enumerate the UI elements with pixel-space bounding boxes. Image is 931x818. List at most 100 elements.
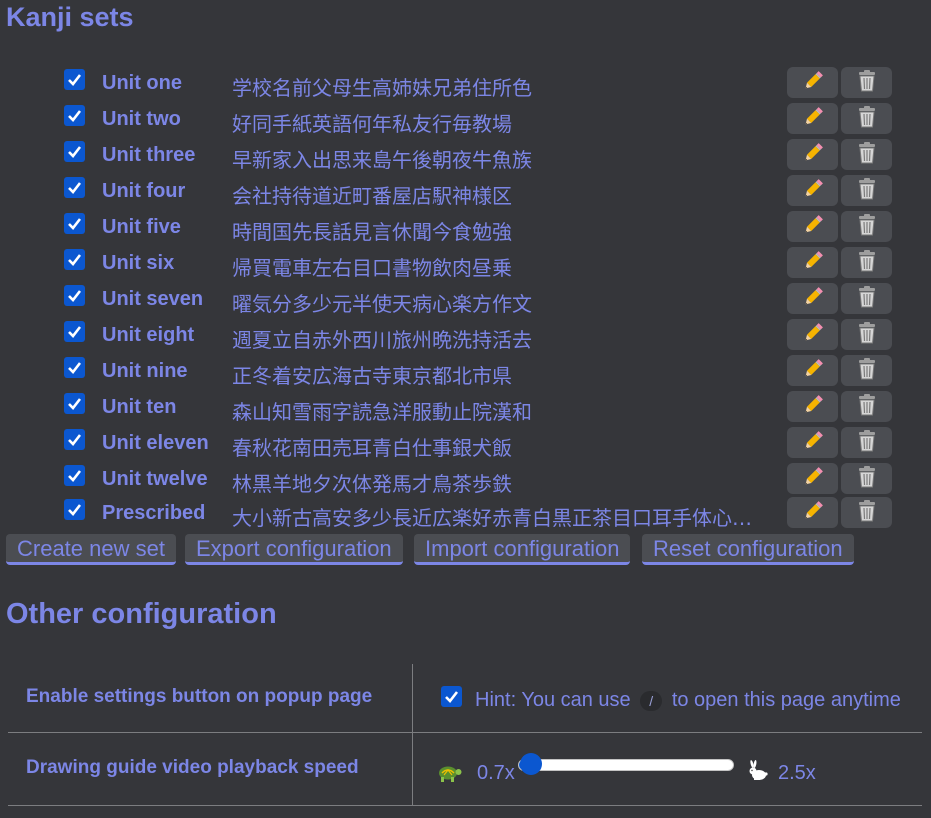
wastebasket-icon — [856, 141, 878, 168]
pencil-icon — [801, 141, 825, 168]
set-enabled-checkbox[interactable] — [64, 321, 85, 342]
wastebasket-icon — [856, 357, 878, 384]
pencil-icon — [801, 69, 825, 96]
reset-configuration-button[interactable]: Reset configuration — [642, 534, 854, 565]
set-enabled-checkbox[interactable] — [64, 69, 85, 90]
delete-set-button[interactable] — [841, 355, 892, 386]
export-configuration-button[interactable]: Export configuration — [185, 534, 403, 565]
set-name: Unit seven — [102, 288, 204, 310]
pencil-icon — [801, 393, 825, 420]
set-name: Unit nine — [102, 360, 188, 382]
set-enabled-checkbox[interactable] — [64, 465, 85, 486]
delete-set-button[interactable] — [841, 391, 892, 422]
kanji-set-row: Prescribed 大小新古高安多少長近広楽好赤青白黒正茶目口耳手体心… — [0, 495, 931, 531]
kanji-set-row: Unit three 早新家入出思来島午後朝夜牛魚族 — [0, 137, 931, 173]
slider-thumb[interactable] — [519, 753, 542, 775]
config-table: Enable settings button on popup page Hin… — [8, 664, 922, 806]
edit-set-button[interactable] — [787, 211, 838, 242]
check-icon — [68, 74, 82, 86]
import-configuration-button[interactable]: Import configuration — [414, 534, 631, 565]
check-icon — [68, 146, 82, 158]
wastebasket-icon — [856, 249, 878, 276]
pencil-icon — [801, 177, 825, 204]
edit-set-button[interactable] — [787, 175, 838, 206]
check-icon — [68, 290, 82, 302]
wastebasket-icon — [856, 393, 878, 420]
delete-set-button[interactable] — [841, 67, 892, 98]
edit-set-button[interactable] — [787, 139, 838, 170]
delete-set-button[interactable] — [841, 103, 892, 134]
edit-set-button[interactable] — [787, 319, 838, 350]
kanji-set-row: Unit seven 曜気分多少元半使天病心楽方作文 — [0, 281, 931, 317]
set-name: Unit one — [102, 72, 182, 94]
set-enabled-checkbox[interactable] — [64, 357, 85, 378]
settings-button-checkbox[interactable] — [441, 686, 462, 707]
delete-set-button[interactable] — [841, 497, 892, 528]
speed-min-label: 0.7x — [477, 762, 515, 784]
settings-button-row: Enable settings button on popup page Hin… — [8, 664, 922, 733]
pencil-icon — [801, 321, 825, 348]
wastebasket-icon — [856, 177, 878, 204]
set-enabled-checkbox[interactable] — [64, 429, 85, 450]
set-name: Prescribed — [102, 502, 206, 524]
check-icon — [68, 398, 82, 410]
set-name: Unit six — [102, 252, 175, 274]
keyboard-shortcut-key: / — [640, 690, 663, 711]
playback-speed-slider[interactable] — [518, 753, 734, 775]
set-kanji-list: 会社持待道近町番屋店駅神様区 — [232, 184, 512, 208]
edit-set-button[interactable] — [787, 67, 838, 98]
kanji-set-row: Unit ten 森山知雪雨字読急洋服動止院漢和 — [0, 389, 931, 425]
delete-set-button[interactable] — [841, 463, 892, 494]
page-title: Kanji sets — [6, 2, 134, 32]
delete-set-button[interactable] — [841, 319, 892, 350]
set-kanji-list: 大小新古高安多少長近広楽好赤青白黒正茶目口耳手体心… — [232, 506, 752, 530]
set-kanji-list: 時間国先長話見言休聞今食勉強 — [232, 220, 512, 244]
delete-set-button[interactable] — [841, 283, 892, 314]
check-icon — [68, 182, 82, 194]
check-icon — [68, 218, 82, 230]
edit-set-button[interactable] — [787, 247, 838, 278]
delete-set-button[interactable] — [841, 427, 892, 458]
wastebasket-icon — [856, 465, 878, 492]
edit-set-button[interactable] — [787, 427, 838, 458]
wastebasket-icon — [856, 69, 878, 96]
edit-set-button[interactable] — [787, 391, 838, 422]
delete-set-button[interactable] — [841, 247, 892, 278]
set-enabled-checkbox[interactable] — [64, 105, 85, 126]
delete-set-button[interactable] — [841, 175, 892, 206]
create-new-set-button[interactable]: Create new set — [6, 534, 176, 565]
set-enabled-checkbox[interactable] — [64, 141, 85, 162]
pencil-icon — [801, 499, 825, 526]
hint-text-before: Hint: You can use — [475, 689, 631, 711]
set-enabled-checkbox[interactable] — [64, 499, 85, 520]
pencil-icon — [801, 429, 825, 456]
settings-button-label: Enable settings button on popup page — [26, 686, 373, 707]
edit-set-button[interactable] — [787, 283, 838, 314]
set-name: Unit ten — [102, 396, 177, 418]
set-enabled-checkbox[interactable] — [64, 213, 85, 234]
set-name: Unit twelve — [102, 468, 208, 490]
edit-set-button[interactable] — [787, 103, 838, 134]
set-kanji-list: 林黒羊地夕次体発馬才鳥茶歩鉄 — [232, 472, 512, 496]
edit-set-button[interactable] — [787, 355, 838, 386]
set-name: Unit two — [102, 108, 181, 130]
delete-set-button[interactable] — [841, 139, 892, 170]
set-enabled-checkbox[interactable] — [64, 285, 85, 306]
set-name: Unit eight — [102, 324, 195, 346]
check-icon — [445, 691, 459, 703]
playback-speed-label: Drawing guide video playback speed — [26, 757, 359, 778]
edit-set-button[interactable] — [787, 463, 838, 494]
edit-set-button[interactable] — [787, 497, 838, 528]
delete-set-button[interactable] — [841, 211, 892, 242]
pencil-icon — [801, 213, 825, 240]
kanji-set-row: Unit nine 正冬着安広海古寺東京都北市県 — [0, 353, 931, 389]
set-enabled-checkbox[interactable] — [64, 249, 85, 270]
set-enabled-checkbox[interactable] — [64, 177, 85, 198]
pencil-icon — [801, 465, 825, 492]
section-title: Other configuration — [6, 598, 277, 630]
set-enabled-checkbox[interactable] — [64, 393, 85, 414]
set-kanji-list: 早新家入出思来島午後朝夜牛魚族 — [232, 148, 532, 172]
pencil-icon — [801, 249, 825, 276]
set-kanji-list: 森山知雪雨字読急洋服動止院漢和 — [232, 400, 532, 424]
wastebasket-icon — [856, 499, 878, 526]
